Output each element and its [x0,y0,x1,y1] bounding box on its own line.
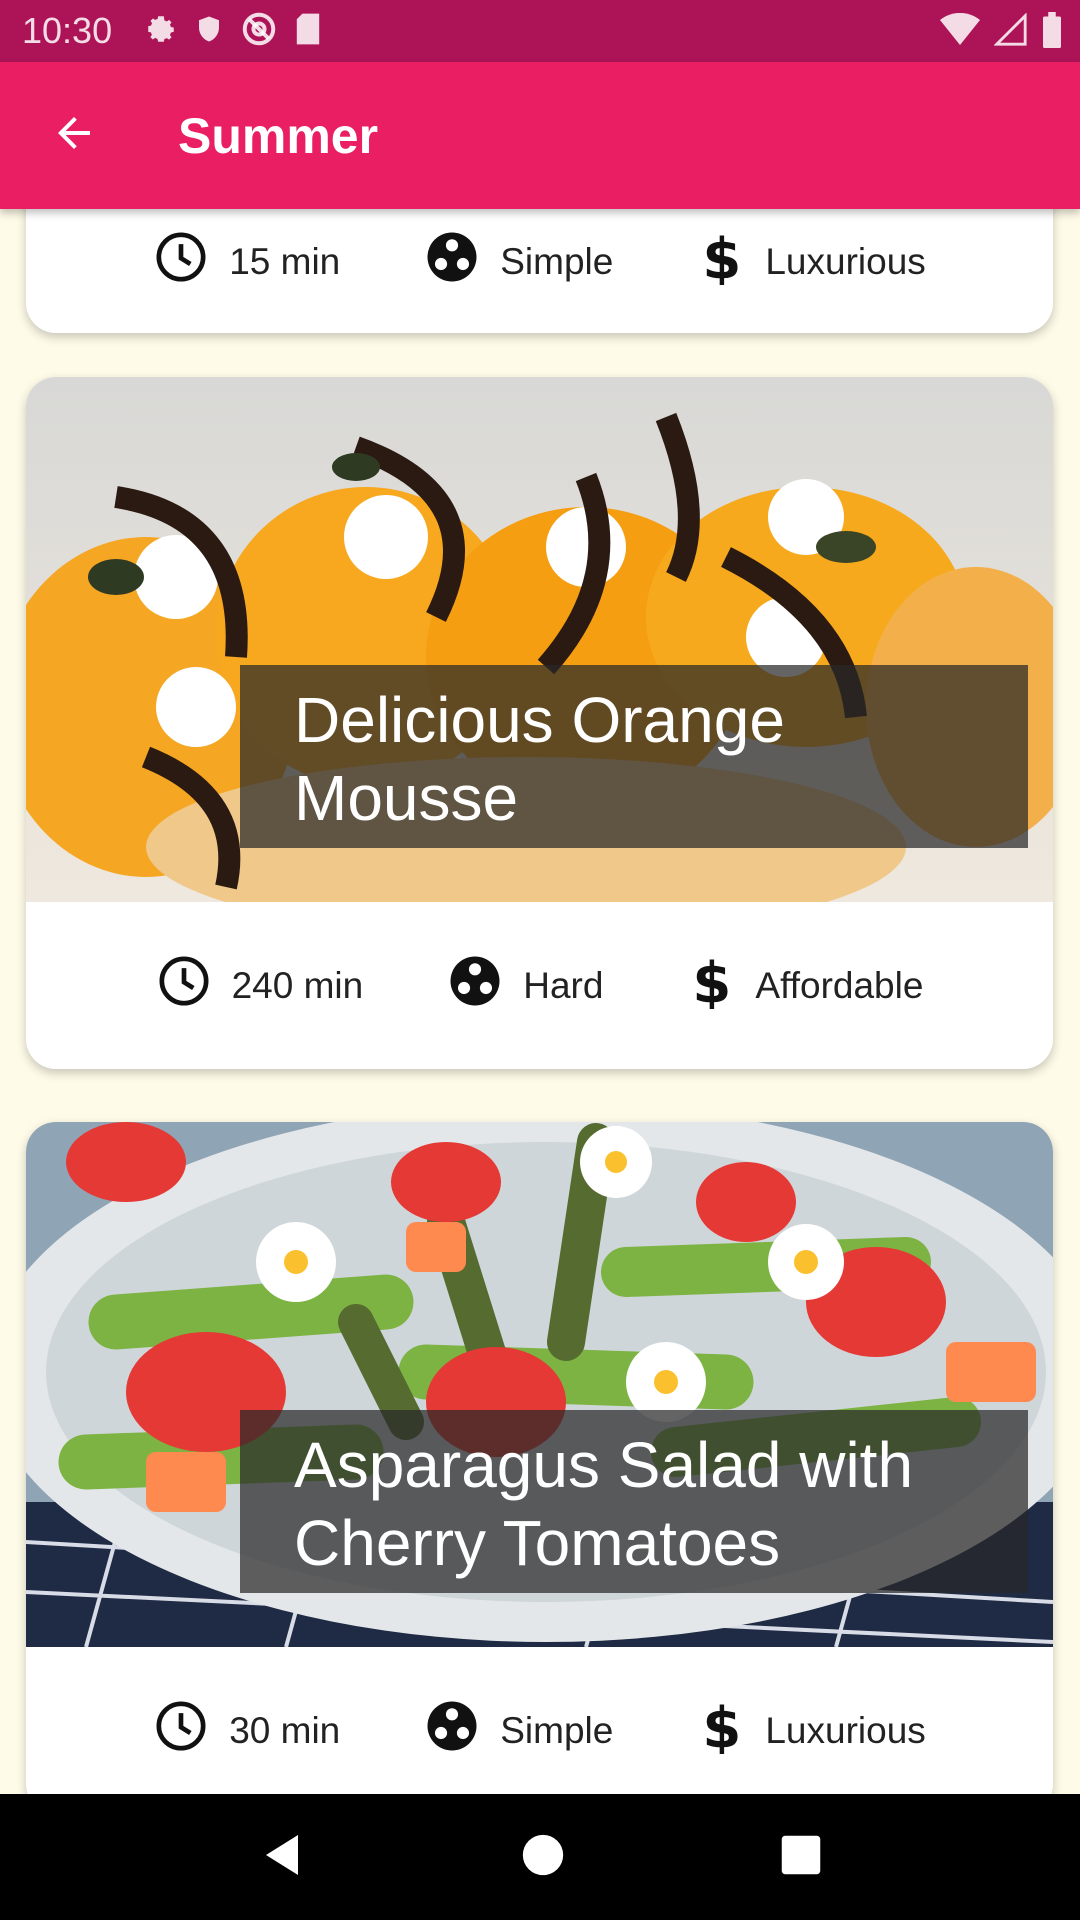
complexity-text: Hard [523,964,604,1006]
duration-text: 15 min [229,240,341,282]
meal-meta: 30 min Simple $ Luxurious [26,1647,1053,1794]
nav-back-button[interactable] [258,1830,306,1885]
complexity-icon [424,1698,500,1763]
duration-info: 240 min [156,953,364,1018]
app-bar: Summer [0,62,1080,209]
shield-icon [194,12,224,51]
complexity-text: Simple [500,1709,614,1751]
back-button[interactable] [34,96,114,176]
duration-text: 30 min [229,1709,341,1751]
duration-info: 15 min [153,229,340,294]
duration-text: 240 min [231,964,364,1006]
affordability-info: $ Luxurious [697,1696,926,1763]
meal-meta: 15 min Simple $ Luxurious [26,227,1053,333]
complexity-icon [447,953,523,1018]
settings-icon [144,12,178,51]
complexity-info: Hard [447,953,603,1018]
meal-card[interactable]: Asparagus Salad with Cherry Tomatoes 30 … [26,1122,1053,1794]
affordability-text: Luxurious [765,240,926,282]
affordability-text: Affordable [755,964,924,1006]
complexity-info: Simple [424,229,613,294]
wifi-icon [940,12,980,52]
dollar-icon: $ [687,951,755,1018]
at-sign-icon [240,10,278,53]
svg-text:$: $ [703,1698,742,1754]
meal-image: Delicious Orange Mousse [26,377,1053,902]
meal-image: Asparagus Salad with Cherry Tomatoes [26,1122,1053,1647]
nav-recents-button[interactable] [780,1834,822,1881]
affordability-info: $ Luxurious [697,227,926,294]
dollar-icon: $ [697,227,765,294]
dollar-icon: $ [697,1696,765,1763]
system-nav-bar [0,1794,1080,1920]
affordability-text: Luxurious [765,1709,926,1751]
meal-card[interactable]: 15 min Simple $ Luxurious [26,209,1053,333]
complexity-icon [424,229,500,294]
meal-meta: 240 min Hard $ Affordable [26,902,1053,1069]
nav-home-button[interactable] [521,1833,565,1882]
svg-text:$: $ [693,953,732,1009]
sd-card-icon [294,12,322,51]
meal-title: Asparagus Salad with Cherry Tomatoes [240,1410,1028,1593]
status-bar: 10:30 [0,0,1080,62]
meal-title: Delicious Orange Mousse [240,665,1028,848]
page-title: Summer [178,107,379,164]
affordability-info: $ Affordable [687,951,924,1018]
status-time: 10:30 [22,10,113,51]
duration-info: 30 min [153,1698,340,1763]
clock-icon [156,953,232,1018]
arrow-back-icon [50,109,98,162]
complexity-info: Simple [424,1698,613,1763]
meal-card[interactable]: Delicious Orange Mousse 240 min Hard $ A… [26,377,1053,1069]
complexity-text: Simple [500,240,614,282]
signal-icon [993,12,1028,52]
meal-list[interactable]: 15 min Simple $ Luxurious Delicious Oran… [0,209,1080,1794]
svg-text:$: $ [703,229,742,285]
clock-icon [153,229,229,294]
clock-icon [153,1698,229,1763]
battery-icon [1042,12,1062,53]
